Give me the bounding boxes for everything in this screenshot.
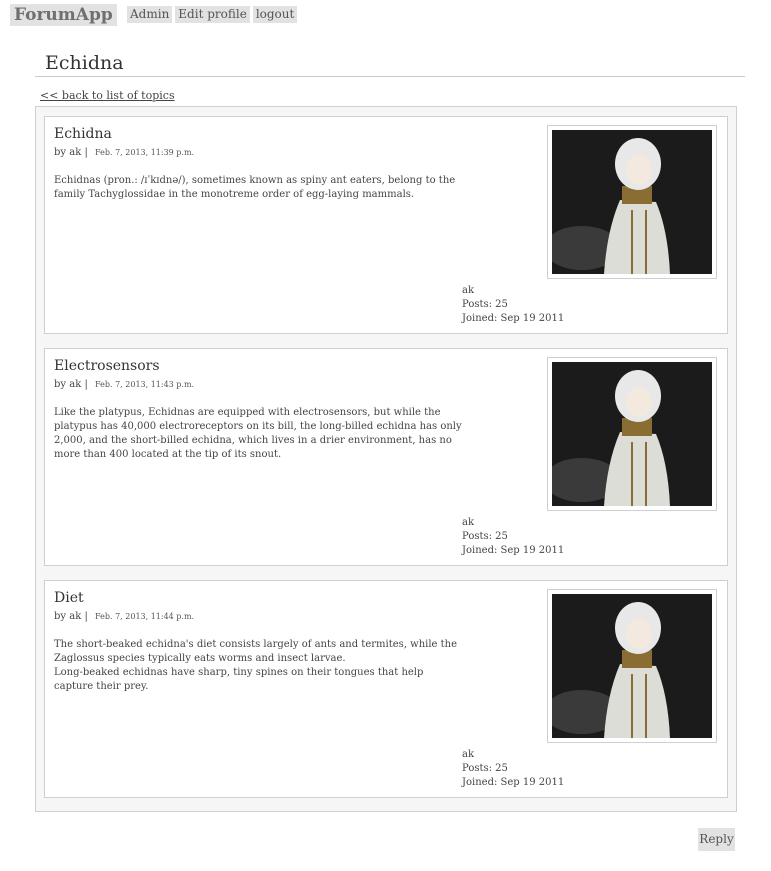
author-link[interactable]: ak <box>69 379 81 390</box>
edit-profile-link[interactable]: Edit profile <box>175 6 250 23</box>
byline-separator: | <box>84 379 88 390</box>
avatar-frame <box>547 589 717 743</box>
author-joined: Joined: Sep 19 2011 <box>462 777 565 788</box>
author-name: ak <box>462 517 475 528</box>
post-paragraph: Like the platypus, Echidnas are equipped… <box>54 407 462 460</box>
post-paragraph: Long-beaked echidnas have sharp, tiny sp… <box>54 667 424 692</box>
post-body: Echidnas (pron.: /ɪˈkɪdnə/), sometimes k… <box>54 174 464 202</box>
avatar-frame <box>547 357 717 511</box>
author-joined: Joined: Sep 19 2011 <box>462 545 565 556</box>
post-title: Electrosensors <box>54 358 160 374</box>
author-posts-count: Posts: 25 <box>462 531 508 542</box>
author-info: ak Posts: 25 Joined: Sep 19 2011 <box>462 516 564 558</box>
author-posts-count: Posts: 25 <box>462 763 508 774</box>
post-title: Diet <box>54 590 84 606</box>
by-label: by <box>54 611 67 622</box>
page-title: Echidna <box>35 52 745 77</box>
post-byline: by ak | Feb. 7, 2013, 11:39 p.m. <box>54 147 194 158</box>
author-info: ak Posts: 25 Joined: Sep 19 2011 <box>462 284 564 326</box>
byline-separator: | <box>84 147 88 158</box>
post-byline: by ak | Feb. 7, 2013, 11:44 p.m. <box>54 611 194 622</box>
admin-link[interactable]: Admin <box>127 6 173 23</box>
author-name: ak <box>462 285 475 296</box>
post: Diet by ak | Feb. 7, 2013, 11:44 p.m. Th… <box>44 580 728 798</box>
back-to-topics-link[interactable]: << back to list of topics <box>40 89 175 102</box>
by-label: by <box>54 379 67 390</box>
avatar-frame <box>547 125 717 279</box>
avatar <box>552 362 712 506</box>
post-paragraph: Echidnas (pron.: /ɪˈkɪdnə/), sometimes k… <box>54 175 456 200</box>
post-date: Feb. 7, 2013, 11:39 p.m. <box>95 148 195 157</box>
posts-container: Echidna by ak | Feb. 7, 2013, 11:39 p.m.… <box>35 106 737 812</box>
nav-links: Admin Edit profile logout <box>127 3 298 23</box>
post-paragraph: The short-beaked echidna's diet consists… <box>54 639 457 664</box>
author-info: ak Posts: 25 Joined: Sep 19 2011 <box>462 748 564 790</box>
top-nav: ForumApp <box>10 3 117 27</box>
avatar <box>552 594 712 738</box>
post-body: The short-beaked echidna's diet consists… <box>54 638 464 694</box>
byline-separator: | <box>84 611 88 622</box>
post-byline: by ak | Feb. 7, 2013, 11:43 p.m. <box>54 379 194 390</box>
author-joined: Joined: Sep 19 2011 <box>462 313 565 324</box>
post-body: Like the platypus, Echidnas are equipped… <box>54 406 464 462</box>
author-link[interactable]: ak <box>69 611 81 622</box>
author-posts-count: Posts: 25 <box>462 299 508 310</box>
post: Echidna by ak | Feb. 7, 2013, 11:39 p.m.… <box>44 116 728 334</box>
post: Electrosensors by ak | Feb. 7, 2013, 11:… <box>44 348 728 566</box>
by-label: by <box>54 147 67 158</box>
logout-link[interactable]: logout <box>252 6 298 23</box>
post-title: Echidna <box>54 126 112 142</box>
avatar <box>552 130 712 274</box>
brand-link[interactable]: ForumApp <box>10 4 117 26</box>
post-date: Feb. 7, 2013, 11:44 p.m. <box>95 612 195 621</box>
author-link[interactable]: ak <box>69 147 81 158</box>
reply-button[interactable]: Reply <box>698 828 735 851</box>
author-name: ak <box>462 749 475 760</box>
post-date: Feb. 7, 2013, 11:43 p.m. <box>95 380 195 389</box>
